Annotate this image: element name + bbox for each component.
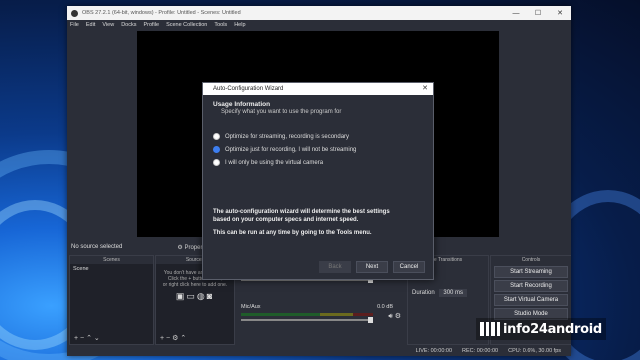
image-icon: ▣ — [175, 291, 187, 301]
radio-button-selected[interactable] — [213, 146, 220, 153]
controls-header: Controls — [491, 256, 571, 264]
dialog-buttons: Back Next Cancel — [314, 261, 425, 273]
move-up-icon[interactable]: ⌃ — [180, 335, 186, 342]
radio-button[interactable] — [213, 159, 220, 166]
status-bar: LIVE: 00:00:00 REC: 00:00:00 CPU: 0.6%, … — [67, 345, 571, 356]
rec-status: REC: 00:00:00 — [462, 347, 499, 354]
option-label: Optimize just for recording, I will not … — [225, 146, 357, 153]
dialog-subheading: Specify what you want to use the program… — [221, 109, 342, 115]
tools-menu-hint: This can be run at any time by going to … — [213, 230, 372, 236]
info-line: based on your computer specs and interne… — [213, 217, 359, 223]
menu-scene-collection[interactable]: Scene Collection — [166, 22, 207, 28]
cpu-status: CPU: 0.6%, 30.00 fps — [508, 347, 561, 354]
scenes-toolbar: + − ⌃ ⌄ — [70, 334, 153, 344]
camera-icon: ◙ — [206, 291, 215, 301]
start-recording-button[interactable]: Start Recording — [494, 280, 568, 292]
title-bar: OBS 27.2.1 (64-bit, windows) - Profile: … — [67, 6, 571, 20]
duration-input[interactable]: 300 ms — [439, 289, 468, 297]
no-source-label: No source selected — [71, 244, 123, 250]
sources-empty-line: or right click here to add one. — [162, 282, 228, 288]
cancel-button[interactable]: Cancel — [393, 261, 425, 273]
menu-tools[interactable]: Tools — [214, 22, 227, 28]
scene-list-item[interactable]: Scene — [70, 264, 153, 274]
duration-label: Duration — [412, 290, 435, 296]
volume-slider[interactable] — [241, 317, 373, 323]
add-icon[interactable]: + — [74, 335, 78, 342]
start-streaming-button[interactable]: Start Streaming — [494, 266, 568, 278]
close-icon[interactable]: ✕ — [422, 83, 428, 95]
mixer-controls: 🔊︎ ⚙ — [388, 312, 401, 321]
maximize-button[interactable]: ☐ — [527, 9, 549, 17]
move-up-icon[interactable]: ⌃ — [86, 335, 92, 342]
source-type-icons: ▣▭◍◙ — [156, 291, 234, 302]
live-status: LIVE: 00:00:00 — [415, 347, 453, 354]
menu-file[interactable]: File — [70, 22, 79, 28]
duration-row: Duration 300 ms — [412, 289, 468, 297]
menu-edit[interactable]: Edit — [86, 22, 95, 28]
obs-logo-icon — [71, 9, 78, 17]
menu-profile[interactable]: Profile — [143, 22, 159, 28]
radio-button[interactable] — [213, 133, 220, 140]
add-icon[interactable]: + — [160, 335, 164, 342]
mixer-db-readout: 0.0 dB — [377, 304, 393, 310]
remove-icon[interactable]: − — [80, 335, 84, 342]
option-streaming[interactable]: Optimize for streaming, recording is sec… — [213, 133, 423, 140]
usage-options: Optimize for streaming, recording is sec… — [213, 133, 423, 166]
globe-icon: ◍ — [196, 291, 207, 301]
move-down-icon[interactable]: ⌄ — [94, 335, 100, 342]
slider-handle[interactable] — [368, 317, 373, 323]
dialog-body: Usage Information Specify what you want … — [203, 95, 433, 242]
minimize-button[interactable]: — — [505, 10, 527, 17]
info-line: The auto-configuration wizard will deter… — [213, 209, 390, 215]
auto-config-wizard-dialog: Auto-Configuration Wizard ✕ Usage Inform… — [202, 82, 434, 280]
option-recording[interactable]: Optimize just for recording, I will not … — [213, 146, 423, 153]
close-button[interactable]: ✕ — [549, 9, 571, 17]
menu-bar: File Edit View Docks Profile Scene Colle… — [67, 20, 571, 30]
watermark-text: info24android — [503, 321, 602, 337]
speaker-icon[interactable]: 🔊︎ — [388, 313, 392, 320]
option-virtual-camera[interactable]: I will only be using the virtual camera — [213, 159, 423, 166]
scenes-dock: Scenes Scene + − ⌃ ⌄ — [69, 255, 154, 345]
settings-icon[interactable]: ⚙ — [172, 335, 178, 342]
watermark-logo-icon — [480, 322, 500, 336]
scenes-header: Scenes — [70, 256, 153, 264]
gear-icon[interactable]: ⚙ — [395, 313, 401, 320]
menu-help[interactable]: Help — [234, 22, 245, 28]
option-label: I will only be using the virtual camera — [225, 159, 324, 166]
dialog-title: Auto-Configuration Wizard — [213, 86, 284, 92]
dialog-title-bar: Auto-Configuration Wizard ✕ — [203, 83, 433, 95]
volume-meter — [241, 313, 373, 316]
back-button[interactable]: Back — [319, 261, 351, 273]
wizard-info: The auto-configuration wizard will deter… — [213, 208, 423, 224]
mixer-row-mic: Mic/Aux 0.0 dB 🔊︎ ⚙ — [241, 304, 403, 326]
next-button[interactable]: Next — [356, 261, 388, 273]
start-virtual-camera-button[interactable]: Start Virtual Camera — [494, 294, 568, 306]
menu-docks[interactable]: Docks — [121, 22, 136, 28]
gear-icon: ⚙ — [177, 244, 183, 251]
site-watermark: info24android — [476, 318, 606, 340]
window-title: OBS 27.2.1 (64-bit, windows) - Profile: … — [82, 10, 241, 16]
menu-view[interactable]: View — [102, 22, 114, 28]
sources-toolbar: + − ⚙ ⌃ — [156, 334, 234, 344]
remove-icon[interactable]: − — [166, 335, 170, 342]
monitor-icon: ▭ — [186, 291, 197, 301]
option-label: Optimize for streaming, recording is sec… — [225, 133, 350, 140]
dialog-heading: Usage Information — [213, 101, 271, 108]
